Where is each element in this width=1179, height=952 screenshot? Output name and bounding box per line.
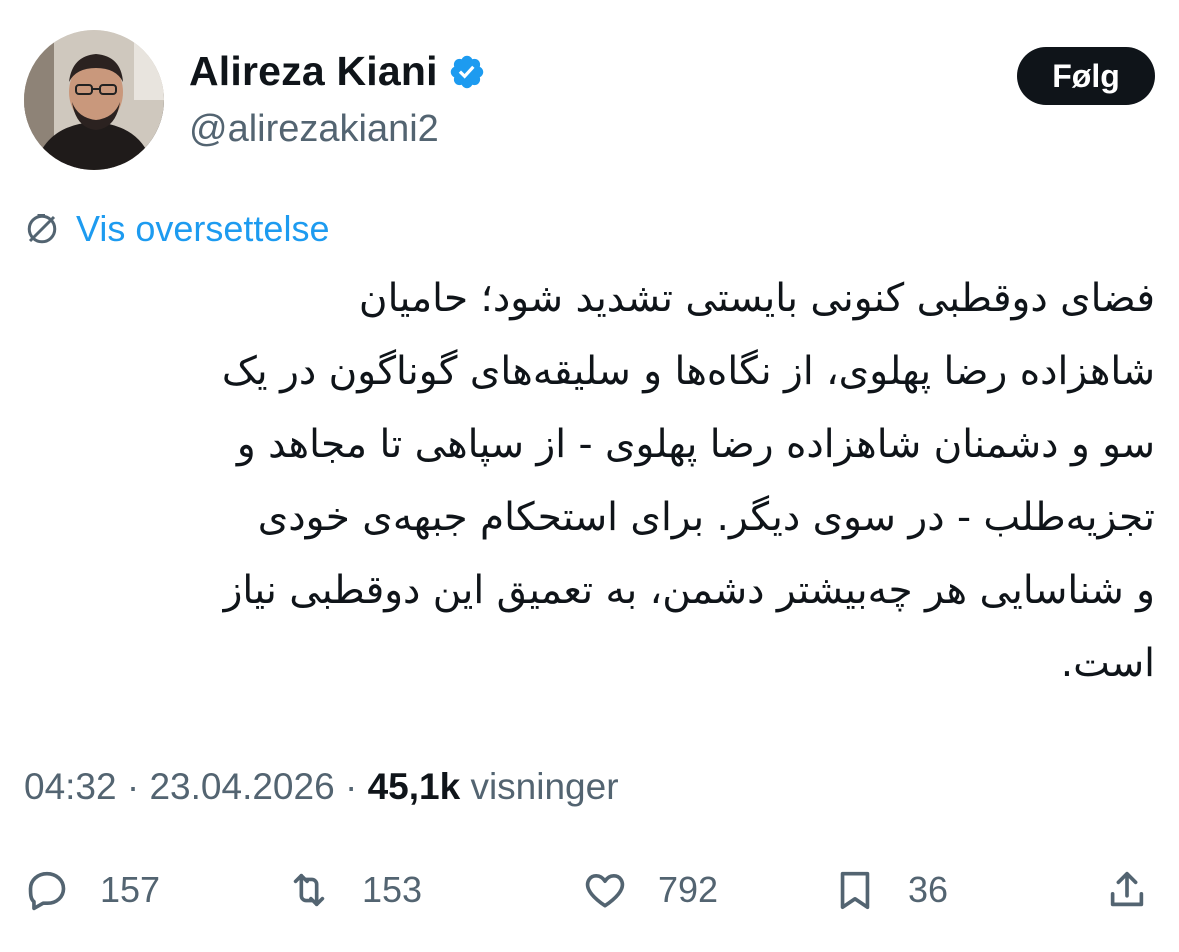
repost-count: 153 <box>362 869 423 910</box>
post-time[interactable]: 04:32 <box>24 766 117 807</box>
view-label[interactable]: visninger <box>470 766 618 807</box>
share-button[interactable] <box>1104 860 1150 920</box>
tweet-line: سو و دشمنان شاهزاده رضا پهلوی - از سپاهی… <box>236 422 1155 467</box>
post-date[interactable]: 23.04.2026 <box>149 766 334 807</box>
author-name[interactable]: Alireza Kiani <box>189 48 438 95</box>
tweet-line: است. <box>1060 641 1155 686</box>
meta-separator: · <box>344 766 358 807</box>
tweet-line: و شناسایی هر چه‌بیشتر دشمن، به تعمیق این… <box>223 568 1155 613</box>
follow-button[interactable]: Følg <box>1017 47 1155 105</box>
tweet-line: فضای دوقطبی کنونی بایستی تشدید شود؛ حامی… <box>358 276 1155 321</box>
bookmark-icon <box>840 871 870 910</box>
action-bar: 157 153 792 36 <box>24 860 1155 920</box>
reply-count: 157 <box>100 869 161 910</box>
like-count: 792 <box>658 869 719 910</box>
tweet-line: تجزیه‌طلب - در سوی دیگر. برای استحکام جب… <box>257 495 1155 540</box>
translate-label[interactable]: Vis oversettelse <box>76 208 329 250</box>
name-row: Alireza Kiani <box>189 48 486 95</box>
like-button[interactable]: 792 <box>582 860 718 920</box>
tweet-line: شاهزاده رضا پهلوی، از نگاه‌ها و سلیقه‌ها… <box>221 349 1155 394</box>
like-icon <box>585 873 625 908</box>
avatar[interactable] <box>24 30 164 170</box>
bookmark-count: 36 <box>908 869 949 910</box>
meta-separator: · <box>126 766 140 807</box>
verified-badge-icon <box>450 55 483 88</box>
view-count[interactable]: 45,1k <box>368 766 461 807</box>
tweet-text: فضای دوقطبی کنونی بایستی تشدید شود؛ حامی… <box>24 262 1155 700</box>
reply-button[interactable]: 157 <box>24 860 160 920</box>
share-icon <box>1110 871 1144 907</box>
translate-icon <box>27 214 57 244</box>
reply-icon <box>28 871 66 911</box>
bookmark-button[interactable]: 36 <box>832 860 948 920</box>
author-handle[interactable]: @alirezakiani2 <box>189 108 439 151</box>
repost-button[interactable]: 153 <box>286 860 422 920</box>
show-translation-link[interactable]: Vis oversettelse <box>24 208 329 250</box>
tweet-meta: 04:32 · 23.04.2026 · 45,1k visninger <box>24 766 619 808</box>
repost-icon <box>293 873 325 907</box>
tweet-header: Alireza Kiani @alirezakiani2 Følg <box>24 30 1155 170</box>
